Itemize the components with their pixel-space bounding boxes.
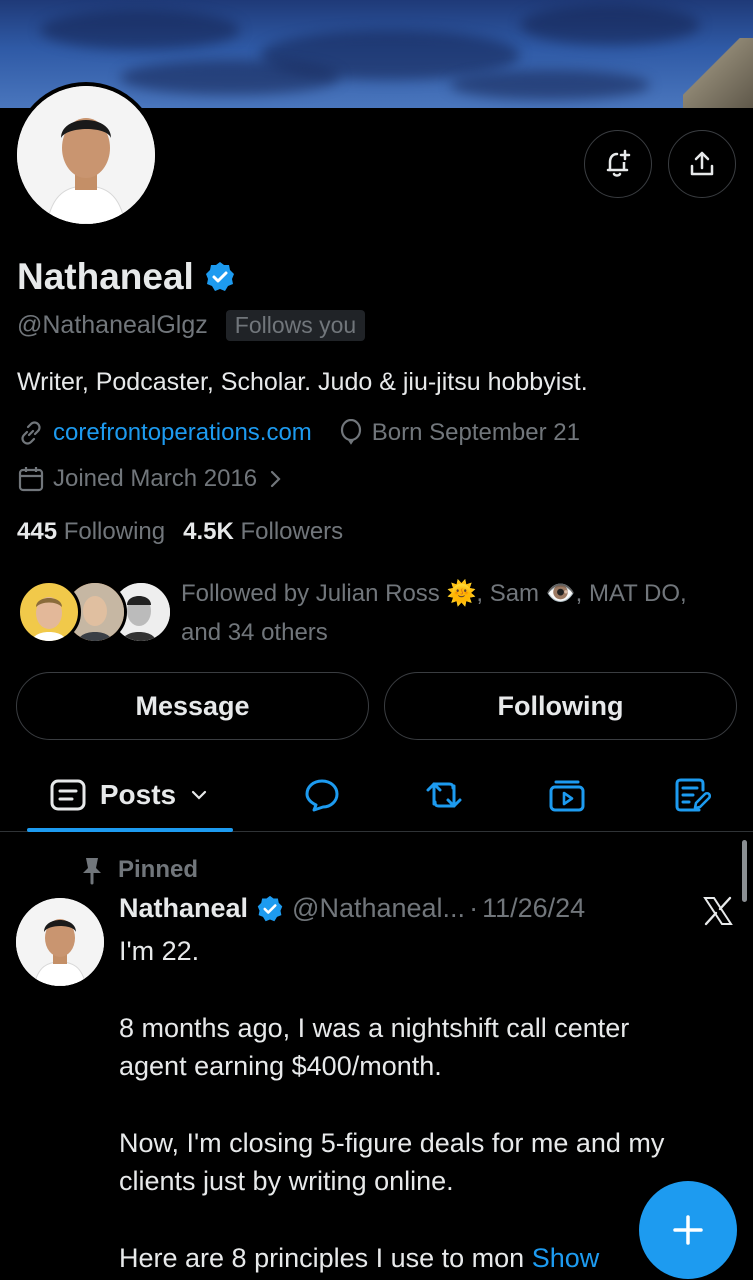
handle-row: @NathanealGlgz Follows you [17,310,366,341]
tab-reposts[interactable] [412,758,476,832]
post-text-line: I'm 22. [119,936,200,966]
x-logo-icon[interactable] [702,895,734,927]
post-separator: · [469,893,479,923]
pinned-label-row: Pinned [80,855,198,885]
compose-plus-icon [673,1215,703,1245]
profile-name: Nathaneal [17,256,194,297]
tab-articles[interactable] [660,758,724,832]
tab-posts-label: Posts [99,779,177,810]
tab-media[interactable] [535,758,599,832]
sun-emoji: 🌞 [446,580,477,607]
followed-by-text[interactable]: Followed by Julian Ross 🌞, Sam 👁️, MAT D… [181,574,741,652]
articles-icon [675,778,711,812]
following-count-link[interactable]: 445 Following [17,518,165,546]
follow-counts: 445 Following 4.5K Followers [17,518,343,546]
chevron-right-icon [271,470,281,488]
profile-handle: @NathanealGlgz [17,311,208,339]
post-text-line: Now, I'm closing 5-figure deals for me a… [119,1128,665,1158]
verified-badge-icon[interactable] [256,895,284,923]
eye-emoji: 👁️ [545,580,576,607]
followed-by-avatars[interactable] [17,580,173,646]
chevron-down-icon [192,790,207,800]
birthday-text: Born September 21 [371,419,580,446]
post-text-line: clients just by writing online. [119,1166,454,1196]
followers-count-link[interactable]: 4.5K Followers [183,518,343,546]
post-header: Nathaneal @Nathaneal... · 11/26/24 [119,893,585,924]
post-text-last-line: Here are 8 principles I use to mon Show [119,1243,600,1273]
follows-you-badge: Follows you [225,310,366,341]
verified-badge-icon[interactable] [204,261,236,293]
profile-avatar[interactable] [13,82,159,228]
active-tab-indicator [27,828,233,832]
joined-text: Joined March 2016 [53,465,258,492]
profile-tabs: Posts [0,758,753,832]
follower-avatar [17,580,81,644]
message-button[interactable]: Message [16,672,369,740]
media-icon [549,780,585,812]
post-date[interactable]: 11/26/24 [482,893,585,924]
show-more-link[interactable]: Show [532,1243,600,1273]
tab-replies[interactable] [290,758,354,832]
post-author-name[interactable]: Nathaneal [119,893,248,924]
banner-building [683,38,753,108]
share-button[interactable] [668,130,736,198]
scrollbar[interactable] [742,840,747,902]
reposts-icon [426,782,462,808]
compose-button[interactable] [639,1181,737,1279]
replies-icon [305,779,339,812]
pin-icon [83,858,101,885]
tab-posts[interactable]: Posts [27,758,233,832]
balloon-icon [340,419,361,445]
website-link[interactable]: corefrontoperations.com [53,419,312,447]
profile-bio: Writer, Podcaster, Scholar. Judo & jiu-j… [17,368,588,396]
calendar-icon [18,467,44,492]
notification-bell-plus-icon [606,149,631,177]
pinned-label: Pinned [118,856,199,883]
post-author-avatar[interactable] [16,898,104,986]
notify-button[interactable] [584,130,652,198]
post-text-line: 8 months ago, I was a nightshift call ce… [119,1013,630,1043]
link-icon [21,421,41,445]
joined-row[interactable]: Joined March 2016 [17,465,285,493]
profile-name-row: Nathaneal [17,256,236,298]
post-text-line: agent earning $400/month. [119,1051,442,1081]
following-button[interactable]: Following [384,672,737,740]
profile-meta-row: corefrontoperations.com Born September 2… [17,419,580,447]
share-upload-icon [690,151,714,176]
post-author-handle[interactable]: @Nathaneal... [292,893,465,924]
profile-photo [17,86,155,224]
posts-icon [50,779,86,811]
